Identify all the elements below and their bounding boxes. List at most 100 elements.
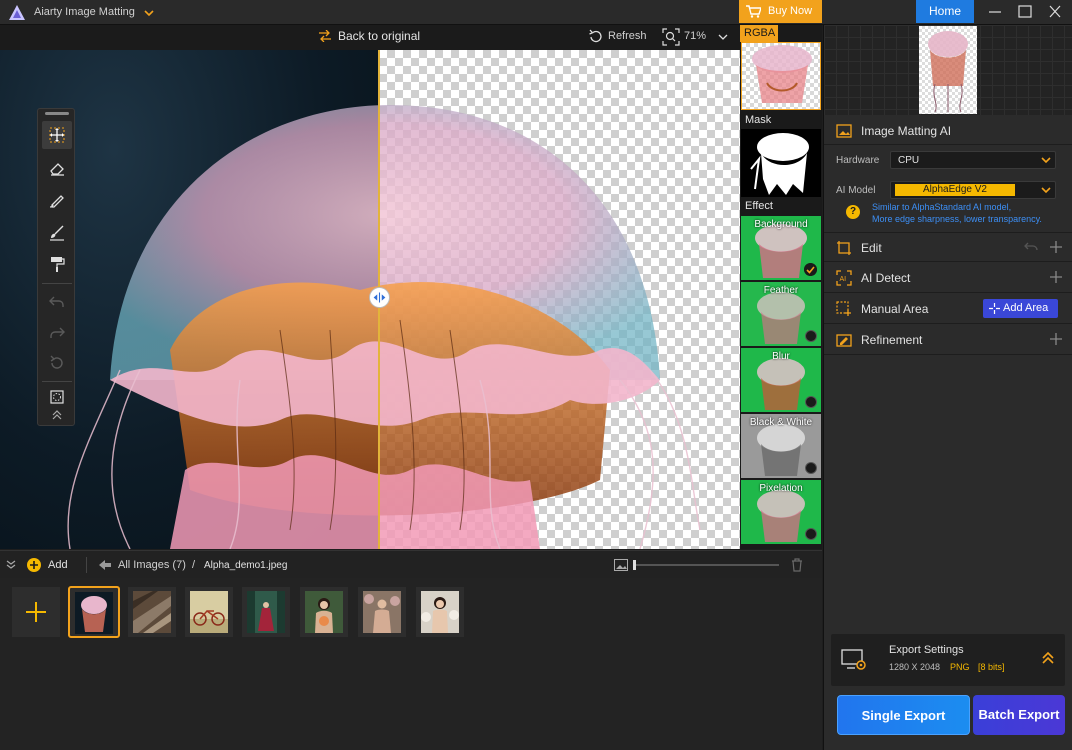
add-area-button[interactable]: Add Area (983, 299, 1058, 318)
model-hint-line2: More edge sharpness, lower transparency. (872, 214, 1042, 224)
palette-grip[interactable] (45, 112, 69, 115)
chevron-down-icon[interactable] (143, 7, 155, 19)
edit-section[interactable]: Edit (824, 232, 1072, 262)
hardware-select[interactable]: CPU (890, 151, 1056, 169)
hardware-label: Hardware (836, 155, 880, 166)
mask-jellyfish-thumb (750, 133, 809, 195)
compare-handle-icon[interactable] (369, 287, 390, 308)
effect-radio (805, 528, 817, 540)
thumbnail-image (305, 591, 343, 633)
effect-title: Background (754, 219, 808, 230)
plus-icon[interactable] (1049, 240, 1063, 254)
move-icon (49, 127, 65, 143)
rgba-jellyfish-thumb (752, 45, 812, 103)
thumbnail-bicycle[interactable] (185, 587, 233, 637)
add-images-button[interactable]: Add (48, 559, 68, 571)
effect-blur[interactable]: Blur (741, 348, 821, 412)
eraser-tool[interactable] (42, 154, 72, 182)
redo-tool[interactable] (42, 318, 72, 346)
slider-knob[interactable] (633, 560, 636, 570)
add-area-label: Add Area (1003, 302, 1049, 314)
fill-roller-tool[interactable] (42, 250, 72, 278)
close-icon[interactable] (1044, 3, 1066, 21)
eraser-icon (50, 163, 64, 176)
single-export-button[interactable]: Single Export (837, 695, 970, 735)
maximize-icon[interactable] (1014, 3, 1036, 21)
batch-export-button[interactable]: Batch Export (973, 695, 1065, 735)
thumbnail-image (133, 591, 171, 633)
mask-label: Mask (745, 114, 772, 126)
ai-detect-section[interactable]: AI AI Detect (824, 263, 1072, 293)
move-tool[interactable] (42, 121, 72, 149)
home-button[interactable]: Home (916, 0, 974, 23)
hardware-value: CPU (898, 155, 920, 166)
thumbnail-image (421, 591, 459, 633)
double-chevron-down-icon[interactable] (6, 560, 16, 570)
ai-model-value: AlphaEdge V2 (895, 184, 1015, 196)
collapse-palette-button[interactable] (42, 407, 72, 425)
thumbnail-image (363, 591, 401, 633)
refinement-section[interactable]: Refinement (824, 325, 1072, 355)
reset-tool[interactable] (42, 349, 72, 377)
all-images-link[interactable]: All Images (7) (118, 559, 186, 571)
result-preview-area (824, 25, 1072, 115)
restore-brush-tool[interactable] (42, 218, 72, 246)
thumbnail-image (247, 591, 285, 633)
app-logo-icon (9, 5, 25, 20)
result-preview-thumb[interactable] (919, 26, 977, 114)
edit-icon (837, 241, 851, 255)
ai-detect-icon: AI (836, 270, 852, 286)
back-arrow-icon[interactable] (99, 560, 111, 570)
effect-radio (805, 462, 817, 474)
thumbnail-woman-roses[interactable] (358, 587, 406, 637)
thumbnail-size-slider[interactable] (633, 560, 779, 570)
help-icon[interactable]: ? (846, 205, 860, 219)
effect-title: Blur (772, 351, 790, 362)
double-chevron-up-icon[interactable] (1041, 651, 1055, 665)
cart-icon (746, 5, 761, 18)
image-filmstrip (0, 578, 822, 750)
effect-radio (805, 330, 817, 342)
brush-icon (49, 195, 64, 208)
add-circle-icon[interactable] (27, 558, 41, 572)
buy-now-button[interactable]: Buy Now (739, 0, 822, 23)
rgba-tab[interactable]: RGBA (740, 25, 778, 42)
export-settings[interactable]: Export Settings 1280 X 2048 PNG [8 bits] (831, 634, 1065, 686)
rgba-preview[interactable] (741, 42, 821, 110)
brush-tool[interactable] (42, 186, 72, 214)
effect-radio (805, 396, 817, 408)
undo-tool[interactable] (42, 287, 72, 315)
refresh-icon (589, 29, 602, 43)
minimize-icon[interactable] (984, 3, 1006, 21)
swap-arrows-icon (319, 30, 331, 42)
thumbnail-jellyfish[interactable] (68, 586, 120, 638)
image-canvas[interactable] (0, 50, 740, 549)
plus-icon[interactable] (1049, 332, 1063, 346)
zoom-level: 71% (684, 30, 707, 42)
thumbnail-forest-woman[interactable] (242, 587, 290, 637)
palette-divider (42, 283, 72, 284)
plus-icon[interactable] (1049, 270, 1063, 284)
effect-feather[interactable]: Feather (741, 282, 821, 346)
reset-icon (50, 355, 63, 369)
effect-black-white[interactable]: Black & White (741, 414, 821, 478)
effect-label: Effect (745, 200, 773, 212)
thumbnail-woman-flowers[interactable] (300, 587, 348, 637)
zoom-icon (662, 28, 680, 46)
manual-area-section[interactable]: Manual Area Add Area (824, 294, 1072, 324)
tool-palette (37, 108, 75, 426)
add-image-tile[interactable] (12, 587, 60, 637)
chevron-down-icon[interactable] (718, 33, 728, 41)
trash-icon[interactable] (791, 558, 803, 572)
ai-model-select[interactable]: AlphaEdge V2 (890, 181, 1056, 199)
thumbnail-tree-bark[interactable] (128, 587, 176, 637)
mask-preview[interactable] (741, 129, 821, 197)
chevron-down-icon (1041, 157, 1051, 164)
thumbnail-woman-white-roses[interactable] (416, 587, 464, 637)
effect-pixelation[interactable]: Pixelation (741, 480, 821, 544)
crosshair-icon (989, 303, 1000, 314)
effect-background[interactable]: Background (741, 216, 821, 280)
chevron-down-icon (1041, 187, 1051, 194)
effect-title: Pixelation (759, 483, 803, 494)
undo-icon[interactable] (1024, 241, 1038, 253)
